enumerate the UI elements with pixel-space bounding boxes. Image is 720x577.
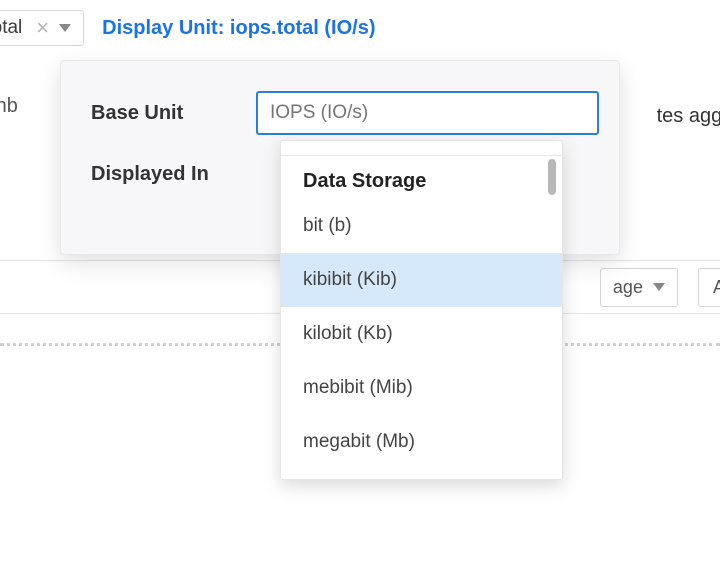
dropdown-item[interactable]: megabit (Mb) xyxy=(281,415,562,469)
base-unit-row: Base Unit xyxy=(91,91,599,135)
display-unit-link[interactable]: Display Unit: iops.total (IO/s) xyxy=(102,17,375,40)
dropdown-item[interactable]: bit (b) xyxy=(281,199,562,253)
chevron-down-icon xyxy=(653,283,665,291)
base-unit-label: Base Unit xyxy=(91,102,256,125)
metric-chip-text: ps.total xyxy=(0,17,30,39)
dropdown-item[interactable]: mebibit (Mib) xyxy=(281,361,562,415)
aggregation-select[interactable]: age xyxy=(600,268,678,307)
dropdown-group-header: Data Storage xyxy=(281,155,562,199)
aggregation-select-label: age xyxy=(613,277,643,298)
top-bar: ps.total × Display Unit: iops.total (IO/… xyxy=(0,0,720,56)
dropdown-item[interactable]: kibibit (Kib) xyxy=(281,253,562,307)
dropdown-item[interactable]: kilobit (Kb) xyxy=(281,307,562,361)
displayed-in-label: Displayed In xyxy=(91,163,256,186)
apply-button[interactable]: Ap xyxy=(698,268,720,307)
metric-chip[interactable]: ps.total × xyxy=(0,10,84,46)
background-text-right: tes aggre xyxy=(657,105,720,128)
base-unit-input[interactable] xyxy=(256,91,599,135)
unit-dropdown: Data Storage bit (b)kibibit (Kib)kilobit… xyxy=(280,140,563,480)
apply-button-label: Ap xyxy=(713,277,720,297)
chevron-down-icon[interactable] xyxy=(55,19,75,37)
scrollbar-thumb[interactable] xyxy=(548,159,556,195)
close-icon[interactable]: × xyxy=(30,17,55,39)
background-text-left: Dashb xyxy=(0,95,18,118)
